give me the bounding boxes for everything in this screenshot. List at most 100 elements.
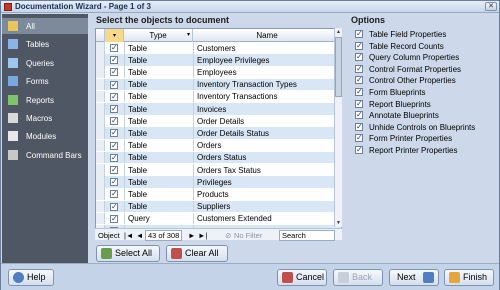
clear-all-button[interactable]: Clear All <box>166 245 228 262</box>
option-item[interactable]: Query Column Properties <box>355 52 495 63</box>
row-checkbox[interactable] <box>110 214 118 223</box>
row-checkbox[interactable] <box>110 177 118 187</box>
row-selector[interactable] <box>96 66 105 78</box>
row-checkbox[interactable] <box>110 189 118 199</box>
option-item[interactable]: Table Record Counts <box>355 41 495 52</box>
option-item[interactable]: Report Printer Properties <box>355 145 495 156</box>
table-row[interactable]: Query Customers Extended <box>96 212 341 225</box>
row-selector[interactable] <box>96 176 105 188</box>
next-button[interactable]: Next <box>389 269 439 286</box>
row-checkbox[interactable] <box>110 165 118 174</box>
nav-item-reports[interactable]: Reports <box>2 92 88 108</box>
row-selector[interactable] <box>96 139 105 152</box>
table-row[interactable]: Table Employee Privileges <box>96 54 341 66</box>
cancel-button[interactable]: Cancel <box>277 269 327 286</box>
row-checkbox[interactable] <box>110 92 118 101</box>
row-selector[interactable] <box>96 188 105 200</box>
option-checkbox[interactable] <box>355 75 363 85</box>
option-checkbox[interactable] <box>355 110 363 120</box>
search-input[interactable]: Search <box>279 230 335 241</box>
table-row[interactable]: Table Order Details Status <box>96 127 341 139</box>
row-selector[interactable] <box>96 90 105 103</box>
row-checkbox[interactable] <box>110 202 118 211</box>
type-column-header[interactable]: Type ▾ <box>124 29 193 42</box>
last-record-button[interactable]: ►| <box>198 231 207 240</box>
row-selector[interactable] <box>96 115 105 127</box>
nav-item-all[interactable]: All <box>2 18 88 34</box>
table-row[interactable]: Table Inventory Transaction Types <box>96 78 341 91</box>
table-row[interactable]: Table Customers <box>96 42 341 54</box>
next-record-button[interactable]: ► <box>188 231 195 240</box>
close-button[interactable]: ✕ <box>485 2 497 11</box>
name-column-header[interactable]: Name▾ <box>193 29 341 42</box>
option-item[interactable]: Table Field Properties <box>355 29 495 40</box>
option-item[interactable]: Report Blueprints <box>355 99 495 110</box>
row-checkbox[interactable] <box>110 80 118 89</box>
option-checkbox[interactable] <box>355 52 363 62</box>
nav-item-command-bars[interactable]: Command Bars <box>2 147 88 163</box>
table-row[interactable]: Table Orders Status <box>96 151 341 164</box>
commandbar-icon <box>8 149 18 160</box>
scroll-thumb[interactable] <box>335 37 342 97</box>
table-row[interactable]: Table Inventory Transactions <box>96 90 341 103</box>
option-checkbox[interactable] <box>355 41 363 50</box>
chevron-down-icon[interactable]: ▾ <box>187 29 190 42</box>
row-checkbox[interactable] <box>110 116 118 126</box>
row-selector[interactable] <box>96 42 105 54</box>
option-checkbox[interactable] <box>355 99 363 108</box>
table-row[interactable]: Table Suppliers <box>96 200 341 213</box>
table-row[interactable]: Table Invoices <box>96 103 341 115</box>
select-all-rows-cell[interactable] <box>96 29 105 42</box>
nav-item-forms[interactable]: Forms <box>2 73 88 89</box>
option-item[interactable]: Form Printer Properties <box>355 133 495 144</box>
scroll-up-icon[interactable]: ▲ <box>335 28 342 36</box>
option-checkbox[interactable] <box>355 29 363 38</box>
option-item[interactable]: Control Other Properties <box>355 75 495 86</box>
row-selector[interactable] <box>96 212 105 225</box>
table-row[interactable]: Table Employees <box>96 66 341 78</box>
option-checkbox[interactable] <box>355 145 363 154</box>
back-button[interactable]: Back <box>333 269 383 286</box>
scroll-down-icon[interactable]: ▼ <box>335 219 342 227</box>
option-item[interactable]: Annotate Blueprints <box>355 110 495 121</box>
current-record-field[interactable]: 43 of 308 <box>145 230 183 241</box>
no-filter-button[interactable]: No Filter <box>234 231 262 240</box>
nav-item-macros[interactable]: Macros <box>2 110 88 126</box>
table-row[interactable]: Table Orders Tax Status <box>96 164 341 176</box>
select-all-button[interactable]: Select All <box>96 245 160 262</box>
table-row[interactable]: Table Order Details <box>96 115 341 127</box>
finish-button[interactable]: Finish <box>444 269 494 286</box>
row-selector[interactable] <box>96 54 105 66</box>
option-checkbox[interactable] <box>355 122 363 131</box>
option-item[interactable]: Control Format Properties <box>355 64 495 75</box>
option-checkbox[interactable] <box>355 133 363 143</box>
row-checkbox[interactable] <box>110 43 118 52</box>
row-checkbox[interactable] <box>110 141 118 150</box>
nav-item-queries[interactable]: Queries <box>2 55 88 71</box>
nav-item-modules[interactable]: Modules <box>2 128 88 144</box>
option-item[interactable]: Unhide Controls on Blueprints <box>355 122 495 133</box>
table-row[interactable]: Table Privileges <box>96 176 341 188</box>
row-checkbox[interactable] <box>110 153 118 162</box>
table-row[interactable]: Table Orders <box>96 139 341 152</box>
option-checkbox[interactable] <box>355 64 363 73</box>
row-checkbox[interactable] <box>110 55 118 65</box>
row-selector[interactable] <box>96 151 105 164</box>
option-checkbox[interactable] <box>355 87 363 96</box>
row-checkbox[interactable] <box>110 67 118 77</box>
row-checkbox[interactable] <box>110 128 118 138</box>
row-selector[interactable] <box>96 103 105 115</box>
nav-item-tables[interactable]: Tables <box>2 36 88 52</box>
table-row[interactable]: Table Products <box>96 188 341 200</box>
first-record-button[interactable]: |◄ <box>124 231 133 240</box>
check-column-header[interactable]: ▾ <box>105 29 124 42</box>
row-selector[interactable] <box>96 127 105 139</box>
row-selector[interactable] <box>96 164 105 176</box>
previous-record-button[interactable]: ◄ <box>136 231 143 240</box>
option-item[interactable]: Form Blueprints <box>355 87 495 98</box>
help-button[interactable]: Help <box>8 269 54 286</box>
row-checkbox[interactable] <box>110 104 118 113</box>
row-selector[interactable] <box>96 200 105 213</box>
row-selector[interactable] <box>96 78 105 91</box>
grid-scrollbar[interactable]: ▲ ▼ <box>334 28 342 227</box>
